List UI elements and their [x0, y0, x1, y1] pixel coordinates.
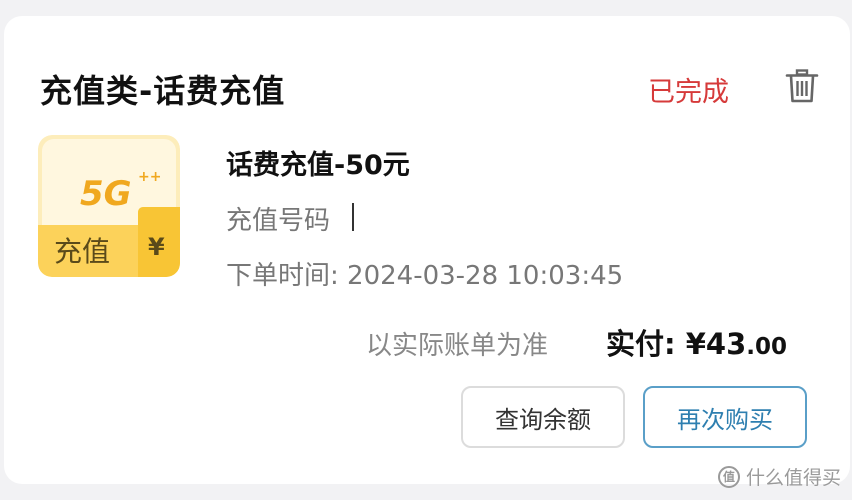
- paid-label: 实付:: [606, 327, 676, 361]
- watermark: 值 什么值得买: [718, 463, 841, 490]
- product-image-label: 充值: [54, 235, 110, 268]
- product-image-badge: 5G: [80, 174, 132, 214]
- product-name: 话费充值-50元: [226, 150, 410, 181]
- paid-cents: .00: [746, 334, 788, 360]
- smzdm-logo-icon: 值: [718, 465, 740, 488]
- rebuy-button[interactable]: 再次购买: [643, 386, 807, 448]
- trash-icon[interactable]: [784, 68, 820, 104]
- svg-text:++: ++: [138, 169, 161, 185]
- check-balance-button[interactable]: 查询余额: [461, 386, 625, 448]
- paid-amount: 实付: ¥43.00: [606, 321, 787, 363]
- product-image[interactable]: 5G ++ 充值 ¥: [38, 135, 180, 277]
- product-image-currency: ¥: [148, 233, 165, 261]
- order-time: 下单时间: 2024-03-28 10:03:45: [226, 261, 624, 291]
- billing-note: 以实际账单为准: [366, 331, 549, 361]
- watermark-text: 什么值得买: [746, 467, 842, 489]
- order-title: 充值类-话费充值: [40, 72, 286, 110]
- paid-main: ¥43: [685, 327, 747, 361]
- order-status: 已完成: [648, 77, 729, 108]
- text-caret: [352, 203, 354, 231]
- recharge-number-label: 充值号码: [226, 206, 331, 236]
